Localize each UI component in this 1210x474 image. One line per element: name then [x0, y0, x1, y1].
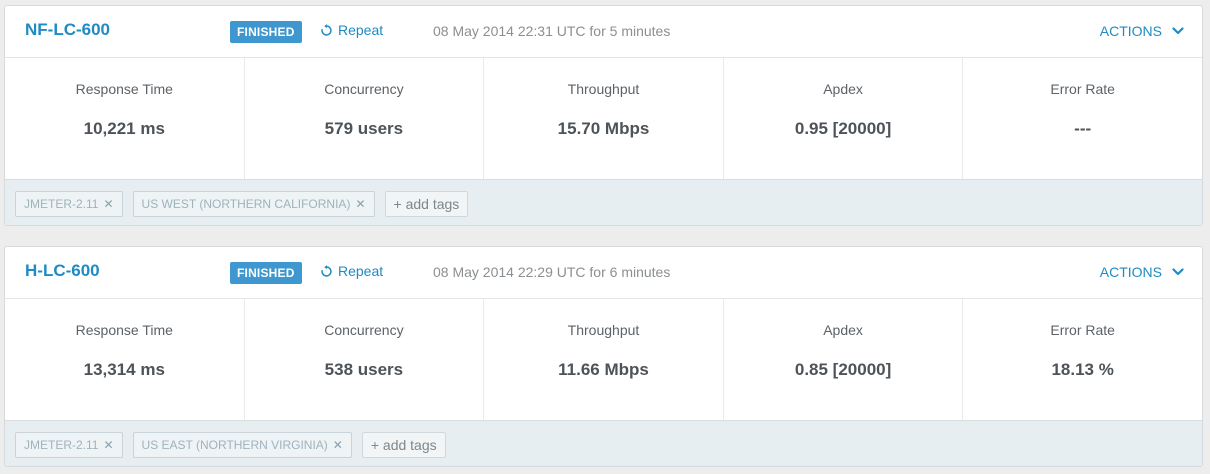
test-name-link[interactable]: NF-LC-600: [25, 20, 110, 40]
metric-label: Response Time: [75, 81, 173, 97]
metric-label: Response Time: [75, 322, 173, 338]
tag-label: JMETER-2.11: [24, 196, 99, 211]
metric-response-time: Response Time 13,314 ms: [5, 299, 245, 420]
metric-label: Concurrency: [324, 322, 404, 338]
actions-label: ACTIONS: [1099, 264, 1162, 280]
metric-label: Concurrency: [324, 81, 404, 97]
metric-label: Error Rate: [1050, 322, 1115, 338]
tag-chip: US EAST (NORTHERN VIRGINIA) ✕: [132, 431, 352, 458]
repeat-icon: [321, 23, 332, 36]
metric-value: 579 users: [324, 119, 404, 138]
repeat-button[interactable]: Repeat: [320, 22, 383, 38]
tag-label: JMETER-2.11: [24, 437, 99, 452]
status-badge: FINISHED: [230, 21, 302, 43]
close-icon[interactable]: ✕: [333, 433, 343, 457]
metrics-row: Response Time 13,314 ms Concurrency 538 …: [5, 299, 1202, 421]
metric-label: Throughput: [567, 81, 640, 97]
metric-apdex: Apdex 0.95 [20000]: [724, 58, 964, 179]
metric-value: 0.85 [20000]: [794, 360, 892, 379]
test-card: H-LC-600 FINISHED Repeat 08 May 2014 22:…: [4, 246, 1203, 467]
repeat-icon: [321, 264, 332, 277]
metric-value: 13,314 ms: [83, 360, 165, 379]
metric-value: 18.13 %: [1051, 360, 1114, 379]
metric-value: 15.70 Mbps: [557, 119, 650, 138]
metric-response-time: Response Time 10,221 ms: [5, 58, 245, 179]
metrics-row: Response Time 10,221 ms Concurrency 579 …: [5, 58, 1202, 180]
card-header: NF-LC-600 FINISHED Repeat 08 May 2014 22…: [5, 6, 1202, 58]
metric-label: Throughput: [567, 322, 640, 338]
chevron-down-icon: [1172, 27, 1184, 35]
repeat-button[interactable]: Repeat: [320, 263, 383, 279]
tag-chip: US WEST (NORTHERN CALIFORNIA) ✕: [132, 190, 375, 217]
metric-error-rate: Error Rate ---: [963, 58, 1202, 179]
metric-label: Apdex: [823, 81, 863, 97]
tag-label: US EAST (NORTHERN VIRGINIA): [141, 437, 328, 452]
close-icon[interactable]: ✕: [355, 192, 365, 216]
tags-bar: JMETER-2.11 ✕ US EAST (NORTHERN VIRGINIA…: [5, 421, 1202, 466]
add-tags-button[interactable]: + add tags: [384, 190, 469, 217]
close-icon[interactable]: ✕: [103, 433, 113, 457]
metric-error-rate: Error Rate 18.13 %: [963, 299, 1202, 420]
run-timestamp: 08 May 2014 22:31 UTC for 5 minutes: [433, 23, 671, 39]
tags-bar: JMETER-2.11 ✕ US WEST (NORTHERN CALIFORN…: [5, 180, 1202, 225]
card-header: H-LC-600 FINISHED Repeat 08 May 2014 22:…: [5, 247, 1202, 299]
metric-value: 11.66 Mbps: [558, 360, 649, 379]
close-icon[interactable]: ✕: [103, 192, 113, 216]
metric-concurrency: Concurrency 579 users: [245, 58, 485, 179]
metric-throughput: Throughput 15.70 Mbps: [484, 58, 724, 179]
metric-value: 0.95 [20000]: [794, 119, 892, 138]
metric-label: Apdex: [823, 322, 863, 338]
test-name-link[interactable]: H-LC-600: [25, 261, 100, 281]
tag-chip: JMETER-2.11 ✕: [15, 190, 123, 217]
metric-throughput: Throughput 11.66 Mbps: [484, 299, 724, 420]
actions-label: ACTIONS: [1099, 23, 1162, 39]
actions-dropdown[interactable]: ACTIONS: [1100, 23, 1184, 39]
metric-value: 10,221 ms: [83, 119, 165, 138]
metric-label: Error Rate: [1050, 81, 1115, 97]
metric-concurrency: Concurrency 538 users: [245, 299, 485, 420]
repeat-label: Repeat: [338, 22, 384, 38]
tag-chip: JMETER-2.11 ✕: [15, 431, 123, 458]
actions-dropdown[interactable]: ACTIONS: [1100, 264, 1184, 280]
chevron-down-icon: [1172, 268, 1184, 276]
metric-value: 538 users: [324, 360, 404, 379]
add-tags-button[interactable]: + add tags: [361, 431, 446, 458]
metric-value: ---: [1074, 119, 1092, 138]
repeat-label: Repeat: [338, 263, 384, 279]
tag-label: US WEST (NORTHERN CALIFORNIA): [141, 196, 351, 211]
run-timestamp: 08 May 2014 22:29 UTC for 6 minutes: [433, 264, 671, 280]
status-badge: FINISHED: [230, 262, 302, 284]
test-card: NF-LC-600 FINISHED Repeat 08 May 2014 22…: [4, 5, 1203, 226]
metric-apdex: Apdex 0.85 [20000]: [724, 299, 964, 420]
